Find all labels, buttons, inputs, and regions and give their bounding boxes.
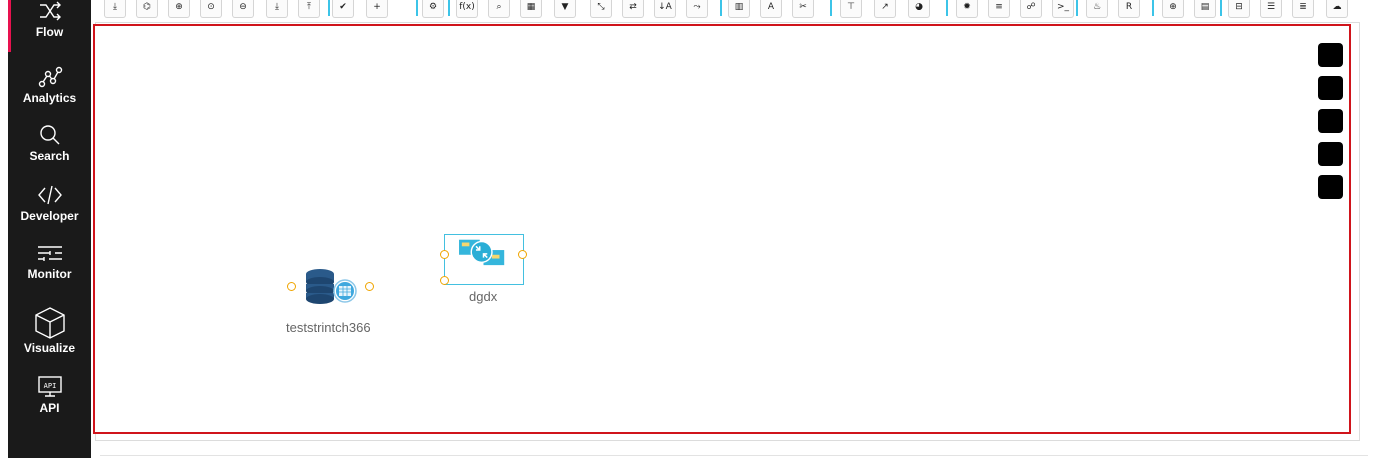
sidebar-item-flow[interactable]: Flow [8,0,91,52]
add-circle-icon[interactable]: ⊕ [168,0,190,18]
sidebar-item-label: Visualize [23,341,76,355]
export-icon[interactable]: ⤒ [298,0,320,18]
canvas-control-button[interactable] [1318,142,1343,166]
node-resize-handle[interactable] [440,276,449,285]
cylinder-icon[interactable]: ⊟ [1228,0,1250,18]
node-label: teststrintch366 [286,320,371,335]
api-screen-icon: API [8,374,91,400]
toolbar-separator [416,0,418,16]
tag-icon[interactable]: ⌬ [136,0,158,18]
transform-icon [459,239,505,266]
filter-icon[interactable]: ▼ [554,0,576,18]
table-swap-icon[interactable]: ▦ [520,0,542,18]
sidebar-item-analytics[interactable]: Analytics [8,62,91,118]
analytics-network-icon [8,64,91,90]
api-badge-text: API [43,382,56,390]
target-icon[interactable]: ⊙ [200,0,222,18]
database-source-icon[interactable] [304,268,360,308]
monitor-sliders-icon [8,240,91,266]
sidebar-item-label: Developer [20,209,79,223]
toolbar-separator [720,0,722,16]
download-icon[interactable]: ⤓ [104,0,126,18]
search-icon [8,122,91,148]
node-output-port[interactable] [365,282,374,291]
sidebar-item-label: Flow [35,25,64,39]
pie-chart-icon[interactable]: ◕ [908,0,930,18]
globe-icon[interactable]: ⊕ [1162,0,1184,18]
line-chart-icon[interactable]: ↗ [874,0,896,18]
remove-circle-icon[interactable]: ⊖ [232,0,254,18]
sidebar-item-label: Monitor [27,267,72,281]
code-brackets-icon [8,182,91,208]
toolbar-separator [830,0,832,16]
sidebar-item-label: API [39,401,60,415]
flow-canvas[interactable] [93,24,1351,434]
toolbar-separator [946,0,948,16]
canvas-control-button[interactable] [1318,109,1343,133]
toolbar-separator [328,0,330,16]
sidebar-item-monitor[interactable]: Monitor [8,238,91,294]
split-icon[interactable]: ⤳ [686,0,708,18]
node-output-port[interactable] [518,250,527,259]
cloud-db-icon[interactable]: ☁ [1326,0,1348,18]
database-icon[interactable]: ≡ [988,0,1010,18]
function-icon[interactable]: f(x) [456,0,478,18]
toolbar-separator [1152,0,1154,16]
file-icon[interactable]: ▤ [1194,0,1216,18]
node-label: dgdx [469,289,498,304]
hierarchy-icon[interactable]: ⊤ [840,0,862,18]
divider [100,455,1368,456]
font-icon[interactable]: A [760,0,782,18]
canvas-control-button[interactable] [1318,76,1343,100]
stack-icon[interactable]: ≣ [1292,0,1314,18]
toolbar-separator [1076,0,1078,16]
check-icon[interactable]: ✔ [332,0,354,18]
bar-chart-icon[interactable]: ▥ [728,0,750,18]
scissors-icon[interactable]: ✂ [792,0,814,18]
sidebar-item-label: Search [29,149,70,163]
import-icon[interactable]: ⤓ [266,0,288,18]
plus-icon[interactable]: + [366,0,388,18]
toolbar-separator [1220,0,1222,16]
sidebar-item-search[interactable]: Search [8,120,91,176]
search-icon[interactable]: ⌕ [488,0,510,18]
collapse-icon[interactable]: ⤡ [590,0,612,18]
sidebar-item-label: Analytics [22,91,77,105]
terminal-icon[interactable]: >_ [1052,0,1074,18]
canvas-control-button[interactable] [1318,175,1343,199]
sidebar-item-developer[interactable]: Developer [8,180,91,236]
toolbar: ⤓ ⌬ ⊕ ⊙ ⊖ ⤓ ⤒ ✔ + ⚙ f(x) ⌕ ▦ ▼ ⤡ ⇄ ↓A ⤳ ▥ A ✂ ⊤ ↗ ◕ ✹ ≡ ☍ >_ ♨ R ⊕ ▤ ⊟ ☰ ≣… [100,0,1376,18]
java-icon[interactable]: ♨ [1086,0,1108,18]
handshake-icon[interactable]: ☍ [1020,0,1042,18]
sidebar-item-api[interactable]: API API [8,372,91,428]
gear-icon[interactable]: ✹ [956,0,978,18]
node-input-port[interactable] [440,250,449,259]
cogs-icon[interactable]: ⚙ [422,0,444,18]
swap-icon[interactable]: ⇄ [622,0,644,18]
list-indent-icon[interactable]: ☰ [1260,0,1282,18]
sort-az-icon[interactable]: ↓A [654,0,676,18]
cube-icon [8,306,91,340]
shuffle-icon [8,0,91,24]
transform-node-selected[interactable] [444,234,524,285]
canvas-control-button[interactable] [1318,43,1343,67]
node-input-port[interactable] [287,282,296,291]
sidebar-item-visualize[interactable]: Visualize [8,304,91,360]
r-language-icon[interactable]: R [1118,0,1140,18]
toolbar-separator [448,0,450,16]
